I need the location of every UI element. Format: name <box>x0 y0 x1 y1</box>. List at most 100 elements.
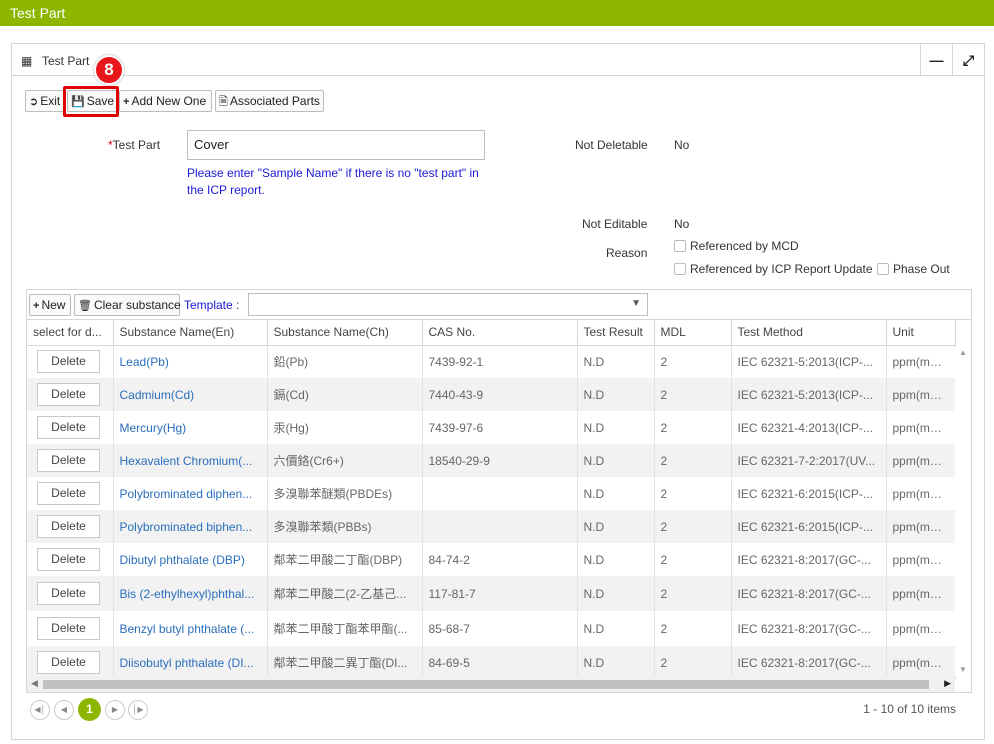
test-part-input[interactable]: Cover <box>187 130 485 160</box>
new-substance-button[interactable]: + New <box>29 294 71 316</box>
test-result-cell: N.D <box>577 444 655 477</box>
column-header-unit[interactable]: Unit <box>886 320 956 346</box>
scroll-up-icon[interactable]: ▲ <box>959 348 967 357</box>
test-result-cell: N.D <box>577 510 655 543</box>
column-header-substance-ch[interactable]: Substance Name(Ch) <box>267 320 423 346</box>
save-highlight-box <box>63 86 119 117</box>
next-page-button[interactable]: ▶ <box>105 700 125 720</box>
panel-title: Test Part <box>42 54 90 68</box>
vertical-scrollbar[interactable]: ▲ ▼ <box>955 346 971 676</box>
reason-option-phase-out[interactable]: Phase Out <box>877 262 950 276</box>
unit-cell: ppm(mg/... <box>886 543 956 576</box>
reason-phase-out-checkbox[interactable] <box>877 263 889 275</box>
table-row: Delete Benzyl butyl phthalate (... 鄰苯二甲酸… <box>27 611 956 646</box>
unit-cell: ppm(mg/... <box>886 646 956 679</box>
substance-en-cell[interactable]: Polybrominated biphen... <box>113 510 268 543</box>
unit-cell: ppm(mg/... <box>886 510 956 543</box>
mdl-cell: 2 <box>654 378 732 411</box>
delete-button[interactable]: Delete <box>37 582 100 605</box>
substance-en-cell[interactable]: Mercury(Hg) <box>113 411 268 444</box>
grid-icon: ▦ <box>21 54 33 68</box>
test-result-cell: N.D <box>577 345 655 378</box>
mdl-cell: 2 <box>654 543 732 576</box>
substance-ch-cell: 鉛(Pb) <box>267 345 423 378</box>
delete-button[interactable]: Delete <box>37 350 100 374</box>
horizontal-scrollbar[interactable]: ◀ ▶ <box>27 676 955 692</box>
scroll-down-icon[interactable]: ▼ <box>959 665 967 674</box>
table-row: Delete Polybrominated biphen... 多溴聯苯類(PB… <box>27 510 956 543</box>
current-page[interactable]: 1 <box>78 698 101 721</box>
cas-cell: 117-81-7 <box>422 576 578 611</box>
first-page-icon: ◀│ <box>34 705 46 714</box>
delete-button[interactable]: Delete <box>37 651 100 674</box>
exit-button[interactable]: ➲ Exit <box>25 90 65 112</box>
substance-ch-cell: 鄰苯二甲酸二丁酯(DBP) <box>267 543 423 576</box>
test-method-cell: IEC 62321-8:2017(GC-... <box>731 543 887 576</box>
reason-option-mcd[interactable]: Referenced by MCD <box>674 239 799 253</box>
horizontal-scroll-thumb[interactable] <box>43 680 929 689</box>
mdl-cell: 2 <box>654 646 732 679</box>
substance-en-cell[interactable]: Lead(Pb) <box>113 345 268 378</box>
test-result-cell: N.D <box>577 543 655 576</box>
delete-button[interactable]: Delete <box>37 515 100 538</box>
unit-cell: ppm(mg/... <box>886 411 956 444</box>
scroll-right-icon[interactable]: ▶ <box>944 678 951 689</box>
delete-button[interactable]: Delete <box>37 482 100 505</box>
substance-en-cell[interactable]: Cadmium(Cd) <box>113 378 268 411</box>
substance-en-cell[interactable]: Bis (2-ethylhexyl)phthal... <box>113 576 268 611</box>
substance-ch-cell: 鄰苯二甲酸二異丁酯(DI... <box>267 646 423 679</box>
scroll-left-icon[interactable]: ◀ <box>31 678 38 689</box>
reason-option-icp[interactable]: Referenced by ICP Report Update <box>674 262 873 276</box>
substance-en-cell[interactable]: Diisobutyl phthalate (DI... <box>113 646 268 679</box>
last-page-button[interactable]: │▶ <box>128 700 148 720</box>
column-header-select[interactable]: select for d... <box>27 320 114 346</box>
test-method-cell: IEC 62321-8:2017(GC-... <box>731 611 887 646</box>
unit-cell: ppm(mg/... <box>886 611 956 646</box>
associated-parts-button[interactable]: 🗎 Associated Parts <box>215 90 324 112</box>
unit-cell: ppm(mg/... <box>886 378 956 411</box>
prev-page-button[interactable]: ◀ <box>54 700 74 720</box>
column-header-test-result[interactable]: Test Result <box>577 320 655 346</box>
cas-cell: 84-69-5 <box>422 646 578 679</box>
unit-cell: ppm(mg/... <box>886 477 956 510</box>
substance-ch-cell: 鎘(Cd) <box>267 378 423 411</box>
test-result-cell: N.D <box>577 378 655 411</box>
cas-cell: 84-74-2 <box>422 543 578 576</box>
substance-ch-cell: 鄰苯二甲酸二(2-乙基己... <box>267 576 423 611</box>
app-title: Test Part <box>10 5 66 21</box>
substance-en-cell[interactable]: Dibutyl phthalate (DBP) <box>113 543 268 576</box>
table-row: Delete Lead(Pb) 鉛(Pb) 7439-92-1 N.D 2 IE… <box>27 345 956 378</box>
substance-table: select for d... Substance Name(En) Subst… <box>27 320 956 679</box>
trash-icon: 🗑 <box>78 300 92 312</box>
substance-en-cell[interactable]: Hexavalent Chromium(... <box>113 444 268 477</box>
delete-button[interactable]: Delete <box>37 383 100 406</box>
test-method-cell: IEC 62321-6:2015(ICP-... <box>731 510 887 543</box>
column-header-test-method[interactable]: Test Method <box>731 320 887 346</box>
substance-en-cell[interactable]: Polybrominated diphen... <box>113 477 268 510</box>
column-header-cas[interactable]: CAS No. <box>422 320 578 346</box>
first-page-button[interactable]: ◀│ <box>30 700 50 720</box>
reason-icp-checkbox[interactable] <box>674 263 686 275</box>
table-row: Delete Hexavalent Chromium(... 六價鉻(Cr6+)… <box>27 444 956 477</box>
panel-header: ▦ Test Part — ⤢ <box>12 44 984 76</box>
delete-button[interactable]: Delete <box>37 617 100 640</box>
delete-button[interactable]: Delete <box>37 548 100 571</box>
next-page-icon: ▶ <box>111 705 119 714</box>
test-method-cell: IEC 62321-8:2017(GC-... <box>731 576 887 611</box>
expand-button[interactable]: ⤢ <box>952 44 984 76</box>
app-title-bar: Test Part <box>0 0 994 26</box>
add-new-one-button[interactable]: + Add New One <box>119 90 212 112</box>
clear-substance-button[interactable]: 🗑 Clear substance <box>74 294 181 316</box>
delete-button[interactable]: Delete <box>37 416 100 439</box>
column-header-substance-en[interactable]: Substance Name(En) <box>113 320 268 346</box>
plus-icon: + <box>123 96 130 108</box>
mdl-cell: 2 <box>654 510 732 543</box>
cas-cell: 7439-97-6 <box>422 411 578 444</box>
template-select[interactable]: ▼ <box>248 293 648 316</box>
reason-mcd-checkbox[interactable] <box>674 240 686 252</box>
column-header-mdl[interactable]: MDL <box>654 320 732 346</box>
substance-en-cell[interactable]: Benzyl butyl phthalate (... <box>113 611 268 646</box>
expand-icon: ⤢ <box>962 51 975 68</box>
minimize-button[interactable]: — <box>920 44 952 76</box>
delete-button[interactable]: Delete <box>37 449 100 472</box>
